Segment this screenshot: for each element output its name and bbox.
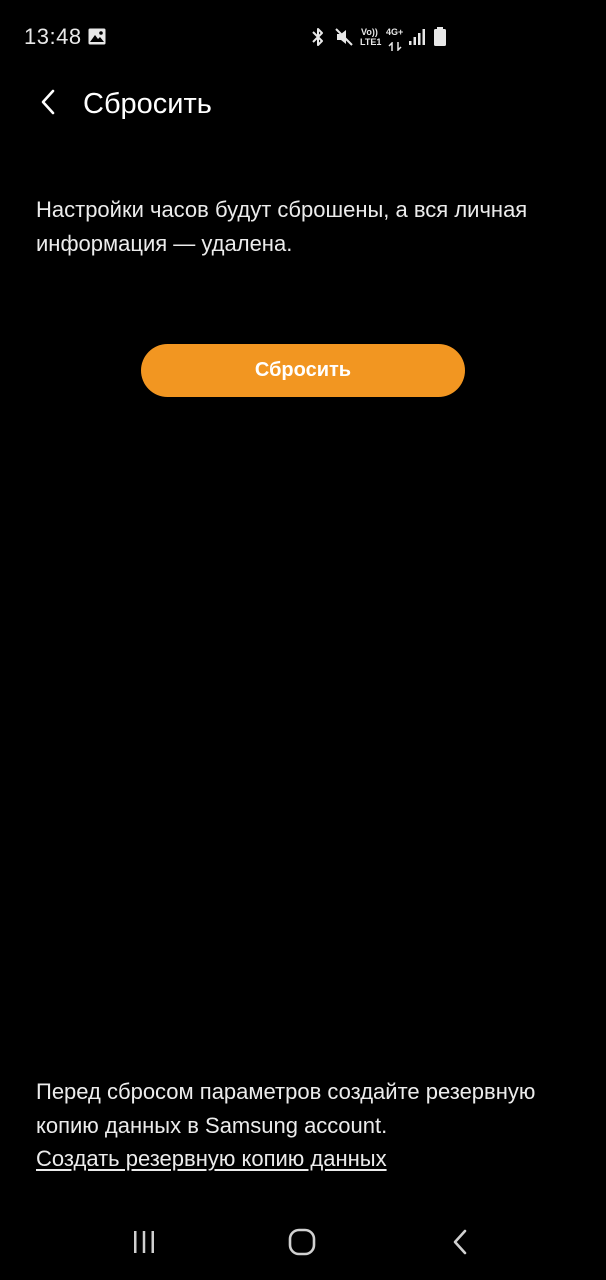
gallery-icon	[88, 28, 106, 45]
home-button[interactable]	[272, 1222, 332, 1266]
reset-button-label: Сбросить	[254, 359, 352, 381]
status-time: 13:48	[24, 24, 82, 49]
backup-notice: Перед сбросом параметров создайте резерв…	[36, 1079, 536, 1138]
reset-description: Настройки часов будут сброшены, а вся ли…	[36, 197, 528, 256]
lte-label: LTE1	[360, 37, 382, 47]
home-icon	[288, 1228, 316, 1261]
chevron-left-icon	[38, 88, 58, 121]
battery-icon	[433, 27, 447, 52]
recent-apps-button[interactable]	[114, 1222, 174, 1266]
mute-icon	[334, 27, 354, 52]
data-arrows-icon	[388, 38, 402, 56]
network-label: 4G+	[386, 27, 404, 37]
back-icon	[451, 1228, 469, 1261]
navigation-bar	[0, 1208, 606, 1280]
page-title: Сбросить	[83, 88, 212, 120]
reset-button[interactable]: Сбросить	[141, 344, 465, 397]
back-nav-button[interactable]	[430, 1222, 490, 1266]
volte-label: Vo))	[361, 27, 378, 37]
create-backup-link[interactable]: Создать резервную копию данных	[36, 1142, 387, 1176]
status-bar: 13:48 Vo)) LTE1 4G+	[0, 0, 606, 76]
signal-icon	[408, 28, 426, 51]
back-button[interactable]	[26, 80, 70, 128]
recent-apps-icon	[131, 1230, 157, 1259]
bluetooth-icon	[310, 27, 326, 52]
